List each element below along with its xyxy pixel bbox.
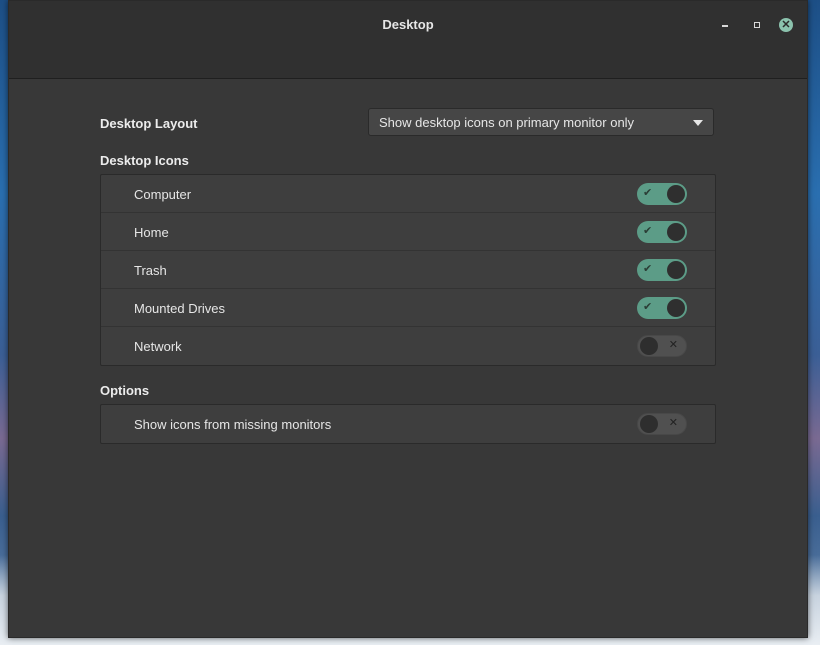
x-icon: ✕ <box>668 339 678 351</box>
check-icon: ✔ <box>643 187 653 199</box>
list-item-trash: Trash ✔ <box>101 251 715 289</box>
toggle-knob <box>640 415 658 433</box>
window-title: Desktop <box>382 17 434 32</box>
toggle-knob <box>667 299 685 317</box>
check-icon: ✔ <box>643 301 653 313</box>
close-icon: ✕ <box>781 19 791 31</box>
close-button[interactable]: ✕ <box>779 18 793 32</box>
list-item-computer: Computer ✔ <box>101 175 715 213</box>
settings-window: Desktop ✕ Desktop Layout Show desktop ic… <box>8 0 808 638</box>
computer-toggle[interactable]: ✔ <box>637 183 687 205</box>
check-icon: ✔ <box>643 225 653 237</box>
options-heading: Options <box>100 383 150 398</box>
mounted-drives-toggle[interactable]: ✔ <box>637 297 687 319</box>
list-item-missing-monitors: Show icons from missing monitors ✕ <box>101 405 715 443</box>
toggle-knob <box>640 337 658 355</box>
title-bar: Desktop ✕ <box>9 1 807 79</box>
list-item-mounted-drives: Mounted Drives ✔ <box>101 289 715 327</box>
desktop-icons-heading: Desktop Icons <box>100 153 189 168</box>
toggle-knob <box>667 261 685 279</box>
desktop-layout-label: Desktop Layout <box>100 116 198 131</box>
network-label: Network <box>134 339 182 354</box>
options-list: Show icons from missing monitors ✕ <box>100 404 716 444</box>
list-item-network: Network ✕ <box>101 327 715 365</box>
desktop-icons-list: Computer ✔ Home ✔ Trash ✔ Mounted Drives… <box>100 174 716 366</box>
dropdown-arrow-icon <box>693 120 703 126</box>
desktop-layout-value: Show desktop icons on primary monitor on… <box>379 114 635 130</box>
mounted-drives-label: Mounted Drives <box>134 301 226 316</box>
check-icon: ✔ <box>643 263 653 275</box>
toggle-knob <box>667 185 685 203</box>
home-label: Home <box>134 225 169 240</box>
home-toggle[interactable]: ✔ <box>637 221 687 243</box>
x-icon: ✕ <box>668 417 678 429</box>
network-toggle[interactable]: ✕ <box>637 335 687 357</box>
trash-toggle[interactable]: ✔ <box>637 259 687 281</box>
computer-label: Computer <box>134 187 192 202</box>
desktop-layout-row: Desktop Layout Show desktop icons on pri… <box>100 108 716 138</box>
list-item-home: Home ✔ <box>101 213 715 251</box>
settings-content: Desktop Layout Show desktop icons on pri… <box>100 108 716 444</box>
desktop-layout-dropdown[interactable]: Show desktop icons on primary monitor on… <box>368 108 714 136</box>
missing-monitors-toggle[interactable]: ✕ <box>637 413 687 435</box>
toggle-knob <box>667 223 685 241</box>
trash-label: Trash <box>134 263 167 278</box>
restore-button[interactable] <box>749 17 765 33</box>
missing-monitors-label: Show icons from missing monitors <box>134 417 332 432</box>
minimize-button[interactable] <box>717 17 733 33</box>
